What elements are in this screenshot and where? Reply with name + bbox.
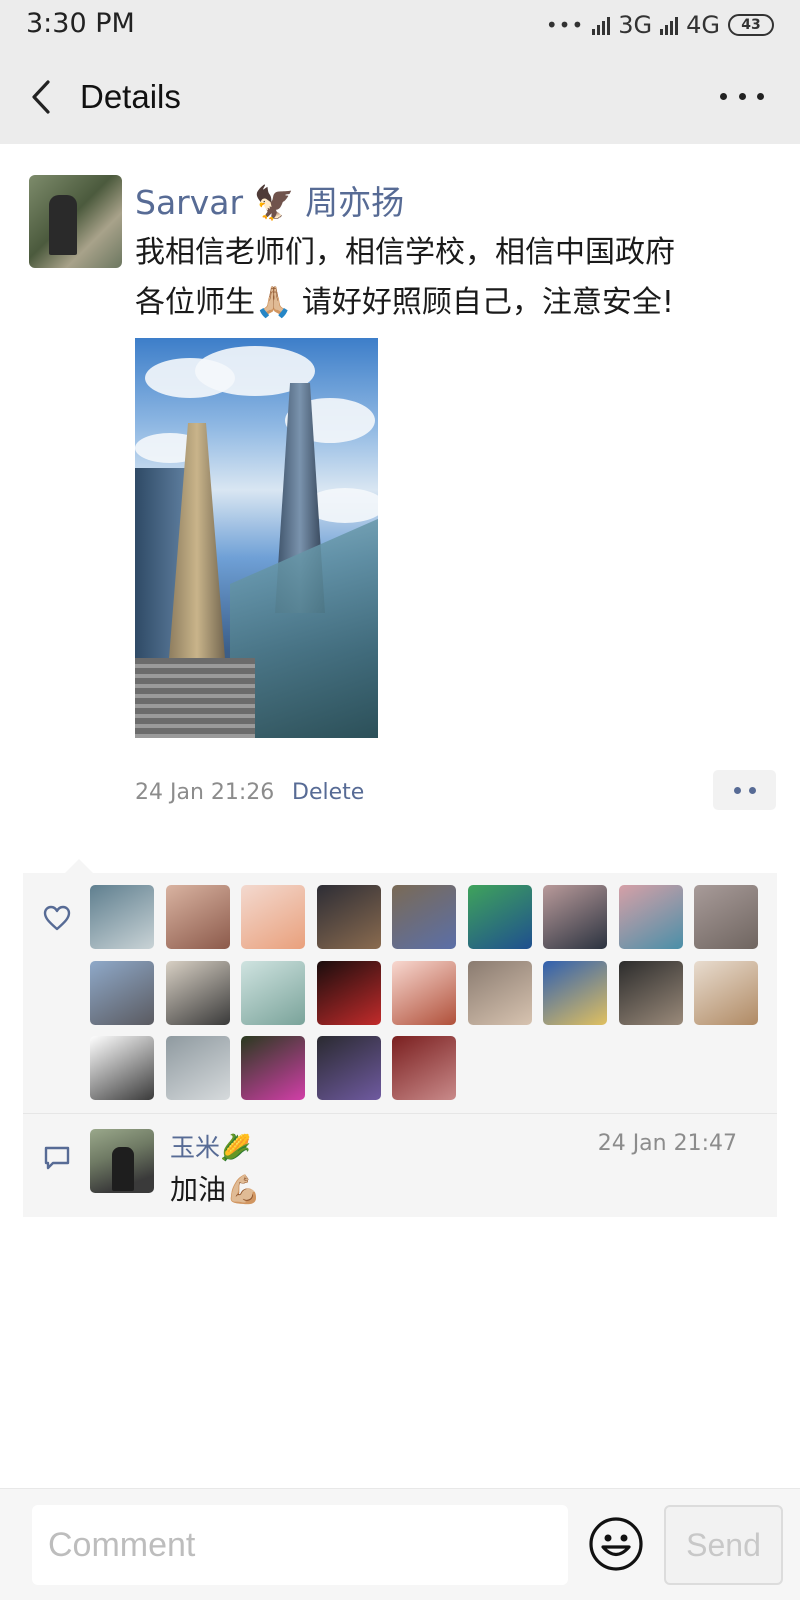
chevron-left-icon[interactable]: [28, 78, 58, 116]
page-title: Details: [80, 78, 181, 115]
divider: [23, 1113, 777, 1114]
post-photo[interactable]: [135, 338, 378, 738]
liker-avatar[interactable]: [241, 885, 305, 949]
post-text: 我相信老师们，相信学校，相信中国政府 各位师生🙏🏼 请好好照顾自己，注意安全!: [135, 235, 675, 320]
more-dots-icon[interactable]: [713, 770, 776, 810]
liker-avatar[interactable]: [694, 960, 758, 1025]
liker-avatar[interactable]: [543, 885, 607, 949]
liker-avatar[interactable]: [165, 1036, 230, 1100]
network-4g-label: 4G: [686, 11, 720, 39]
liker-avatar[interactable]: [90, 1036, 154, 1100]
comment-text[interactable]: 加油💪🏼: [170, 1168, 261, 1208]
liker-avatar[interactable]: [316, 1036, 381, 1100]
liker-avatar[interactable]: [241, 960, 305, 1025]
battery-icon: 43: [728, 14, 774, 36]
signal-icon: [592, 15, 611, 35]
author-avatar[interactable]: [29, 175, 122, 268]
likes-comments-panel: 玉米🌽 24 Jan 21:47 加油💪🏼: [23, 859, 777, 1217]
author-name[interactable]: Sarvar 🦅 周亦扬: [135, 176, 404, 224]
comment-timestamp: 24 Jan 21:47: [597, 1131, 737, 1156]
delete-button[interactable]: Delete: [292, 780, 364, 805]
liker-avatar[interactable]: [543, 960, 607, 1025]
liker-avatar[interactable]: [241, 1036, 305, 1100]
comment-composer: Send: [0, 1488, 800, 1600]
liker-avatar[interactable]: [165, 960, 230, 1025]
commenter-avatar[interactable]: [90, 1129, 154, 1193]
liker-avatar[interactable]: [392, 885, 456, 949]
liker-avatar[interactable]: [618, 960, 683, 1025]
liker-avatar[interactable]: [316, 960, 381, 1025]
heart-icon: [43, 905, 71, 931]
network-3g-label: 3G: [618, 11, 653, 39]
commenter-name[interactable]: 玉米🌽: [170, 1128, 251, 1164]
liker-avatar[interactable]: [316, 885, 381, 949]
send-button[interactable]: Send: [664, 1505, 783, 1585]
status-indicators: ••• 3G 4G 43: [546, 10, 774, 40]
liker-avatar[interactable]: [392, 1036, 456, 1100]
liker-avatar[interactable]: [90, 885, 154, 949]
liker-avatar[interactable]: [165, 885, 230, 949]
comment-input[interactable]: [32, 1505, 568, 1585]
post-timestamp: 24 Jan 21:26: [135, 780, 275, 805]
panel-pointer: [65, 859, 93, 873]
comment-icon: [44, 1146, 70, 1170]
status-bar: 3:30 PM ••• 3G 4G 43: [0, 0, 800, 50]
top-nav-bar: Details: [0, 50, 800, 144]
liker-avatar[interactable]: [467, 960, 532, 1025]
signal-icon: [660, 15, 679, 35]
liker-avatar[interactable]: [90, 960, 154, 1025]
likes-avatar-grid: [90, 885, 770, 1100]
liker-avatar[interactable]: [618, 885, 683, 949]
liker-avatar[interactable]: [467, 885, 532, 949]
liker-avatar[interactable]: [392, 960, 456, 1025]
status-time: 3:30 PM: [26, 8, 135, 39]
status-dots: •••: [545, 13, 585, 37]
liker-avatar[interactable]: [694, 885, 758, 949]
smiley-icon[interactable]: [588, 1516, 644, 1572]
more-horizontal-icon[interactable]: [720, 84, 764, 108]
